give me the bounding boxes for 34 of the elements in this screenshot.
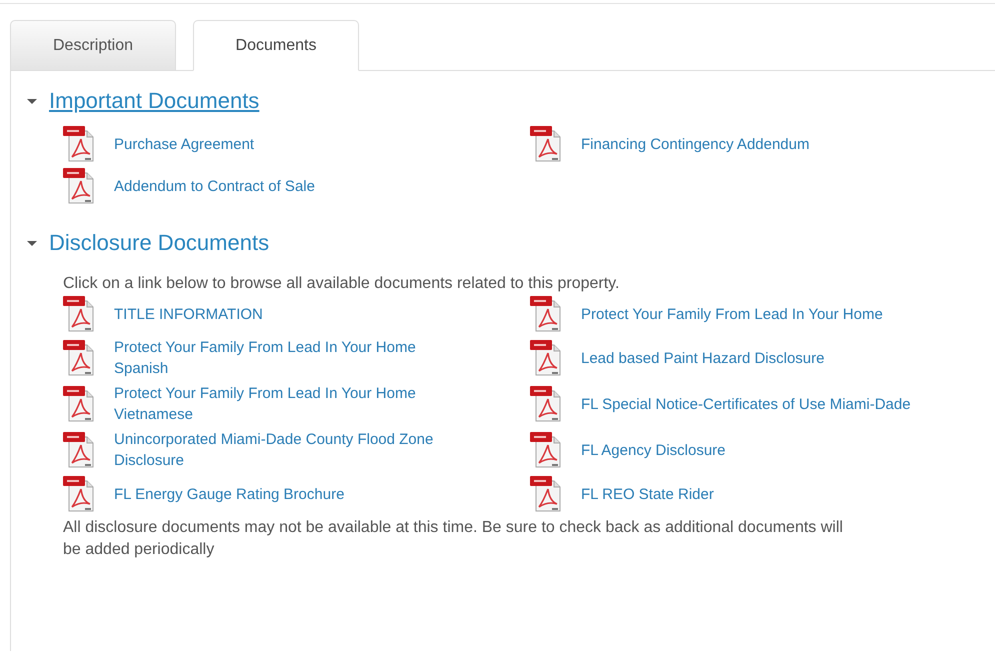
pdf-file-icon[interactable] xyxy=(63,385,95,423)
document-link[interactable]: Protect Your Family From Lead In Your Home Vietnamese xyxy=(114,383,444,425)
document-link[interactable]: FL Special Notice-Certificates of Use Miami-Dade xyxy=(581,394,911,414)
document-link[interactable]: FL REO State Rider xyxy=(581,484,714,504)
tab[interactable]: Documents xyxy=(193,20,359,71)
pdf-file-icon[interactable] xyxy=(63,339,95,377)
note-text: All disclosure documents may not be available at this time. Be sure to check back as additional documents will be added periodically xyxy=(63,518,843,560)
pdf-file-icon[interactable] xyxy=(63,475,95,513)
section-heading-link[interactable]: Important Documents xyxy=(49,88,260,114)
tab[interactable]: Description xyxy=(10,20,176,71)
pdf-file-icon[interactable] xyxy=(530,295,562,333)
document-link[interactable]: Addendum to Contract of Sale xyxy=(114,176,315,196)
document-link[interactable]: FL Agency Disclosure xyxy=(581,440,726,460)
pdf-file-icon[interactable] xyxy=(530,475,562,513)
section-heading-link[interactable]: Disclosure Documents xyxy=(49,230,270,256)
document-link[interactable]: Financing Contingency Addendum xyxy=(581,134,810,154)
document-link[interactable]: TITLE INFORMATION xyxy=(114,304,263,324)
pdf-file-icon[interactable] xyxy=(63,431,95,469)
pdf-file-icon[interactable] xyxy=(530,339,562,377)
pdf-file-icon[interactable] xyxy=(63,167,95,205)
pdf-file-icon[interactable] xyxy=(530,385,562,423)
document-link[interactable]: Lead based Paint Hazard Disclosure xyxy=(581,348,824,368)
pdf-file-icon[interactable] xyxy=(530,431,562,469)
document-link[interactable]: Unincorporated Miami-Dade County Flood Zone Disclosure xyxy=(114,429,444,471)
pdf-file-icon[interactable] xyxy=(530,125,562,163)
document-link[interactable]: Protect Your Family From Lead In Your Home Spanish xyxy=(114,337,444,379)
document-link[interactable]: FL Energy Gauge Rating Brochure xyxy=(114,484,344,504)
pdf-file-icon[interactable] xyxy=(63,125,95,163)
expand-toggle-icon[interactable] xyxy=(27,98,37,104)
intro-text: Click on a link below to browse all available documents related to this property. xyxy=(63,274,620,294)
pdf-file-icon[interactable] xyxy=(63,295,95,333)
document-link[interactable]: Protect Your Family From Lead In Your Home xyxy=(581,304,883,324)
expand-toggle-icon[interactable] xyxy=(27,240,37,246)
document-link[interactable]: Purchase Agreement xyxy=(114,134,254,154)
